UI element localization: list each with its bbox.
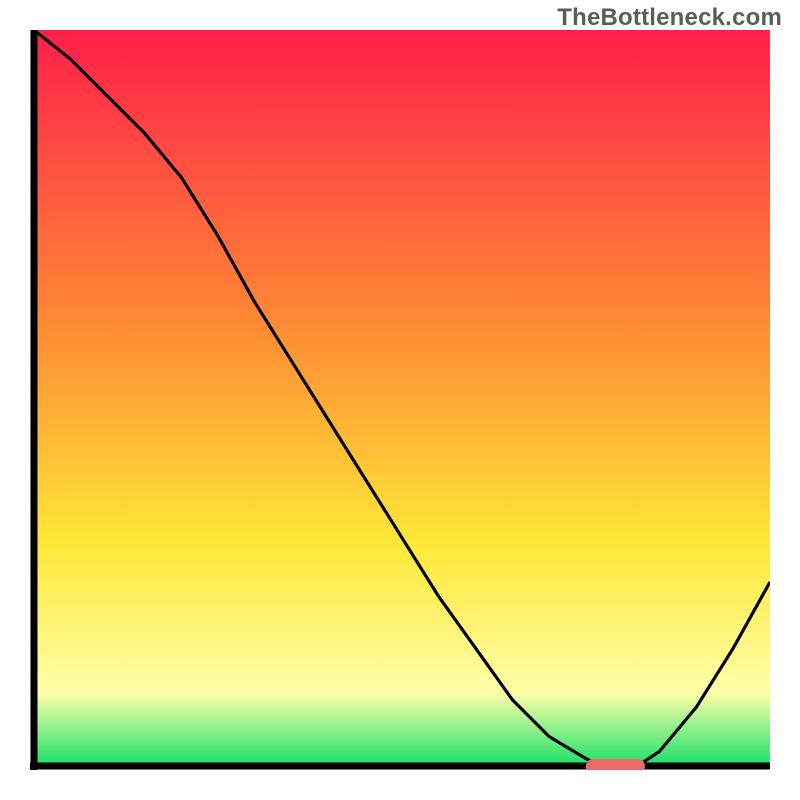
plot-area [30,30,770,770]
optimal-region-marker [586,759,645,770]
watermark-text: TheBottleneck.com [557,4,782,32]
bottleneck-chart [30,30,770,770]
page-root: TheBottleneck.com [0,0,800,800]
chart-background-gradient [34,30,770,766]
